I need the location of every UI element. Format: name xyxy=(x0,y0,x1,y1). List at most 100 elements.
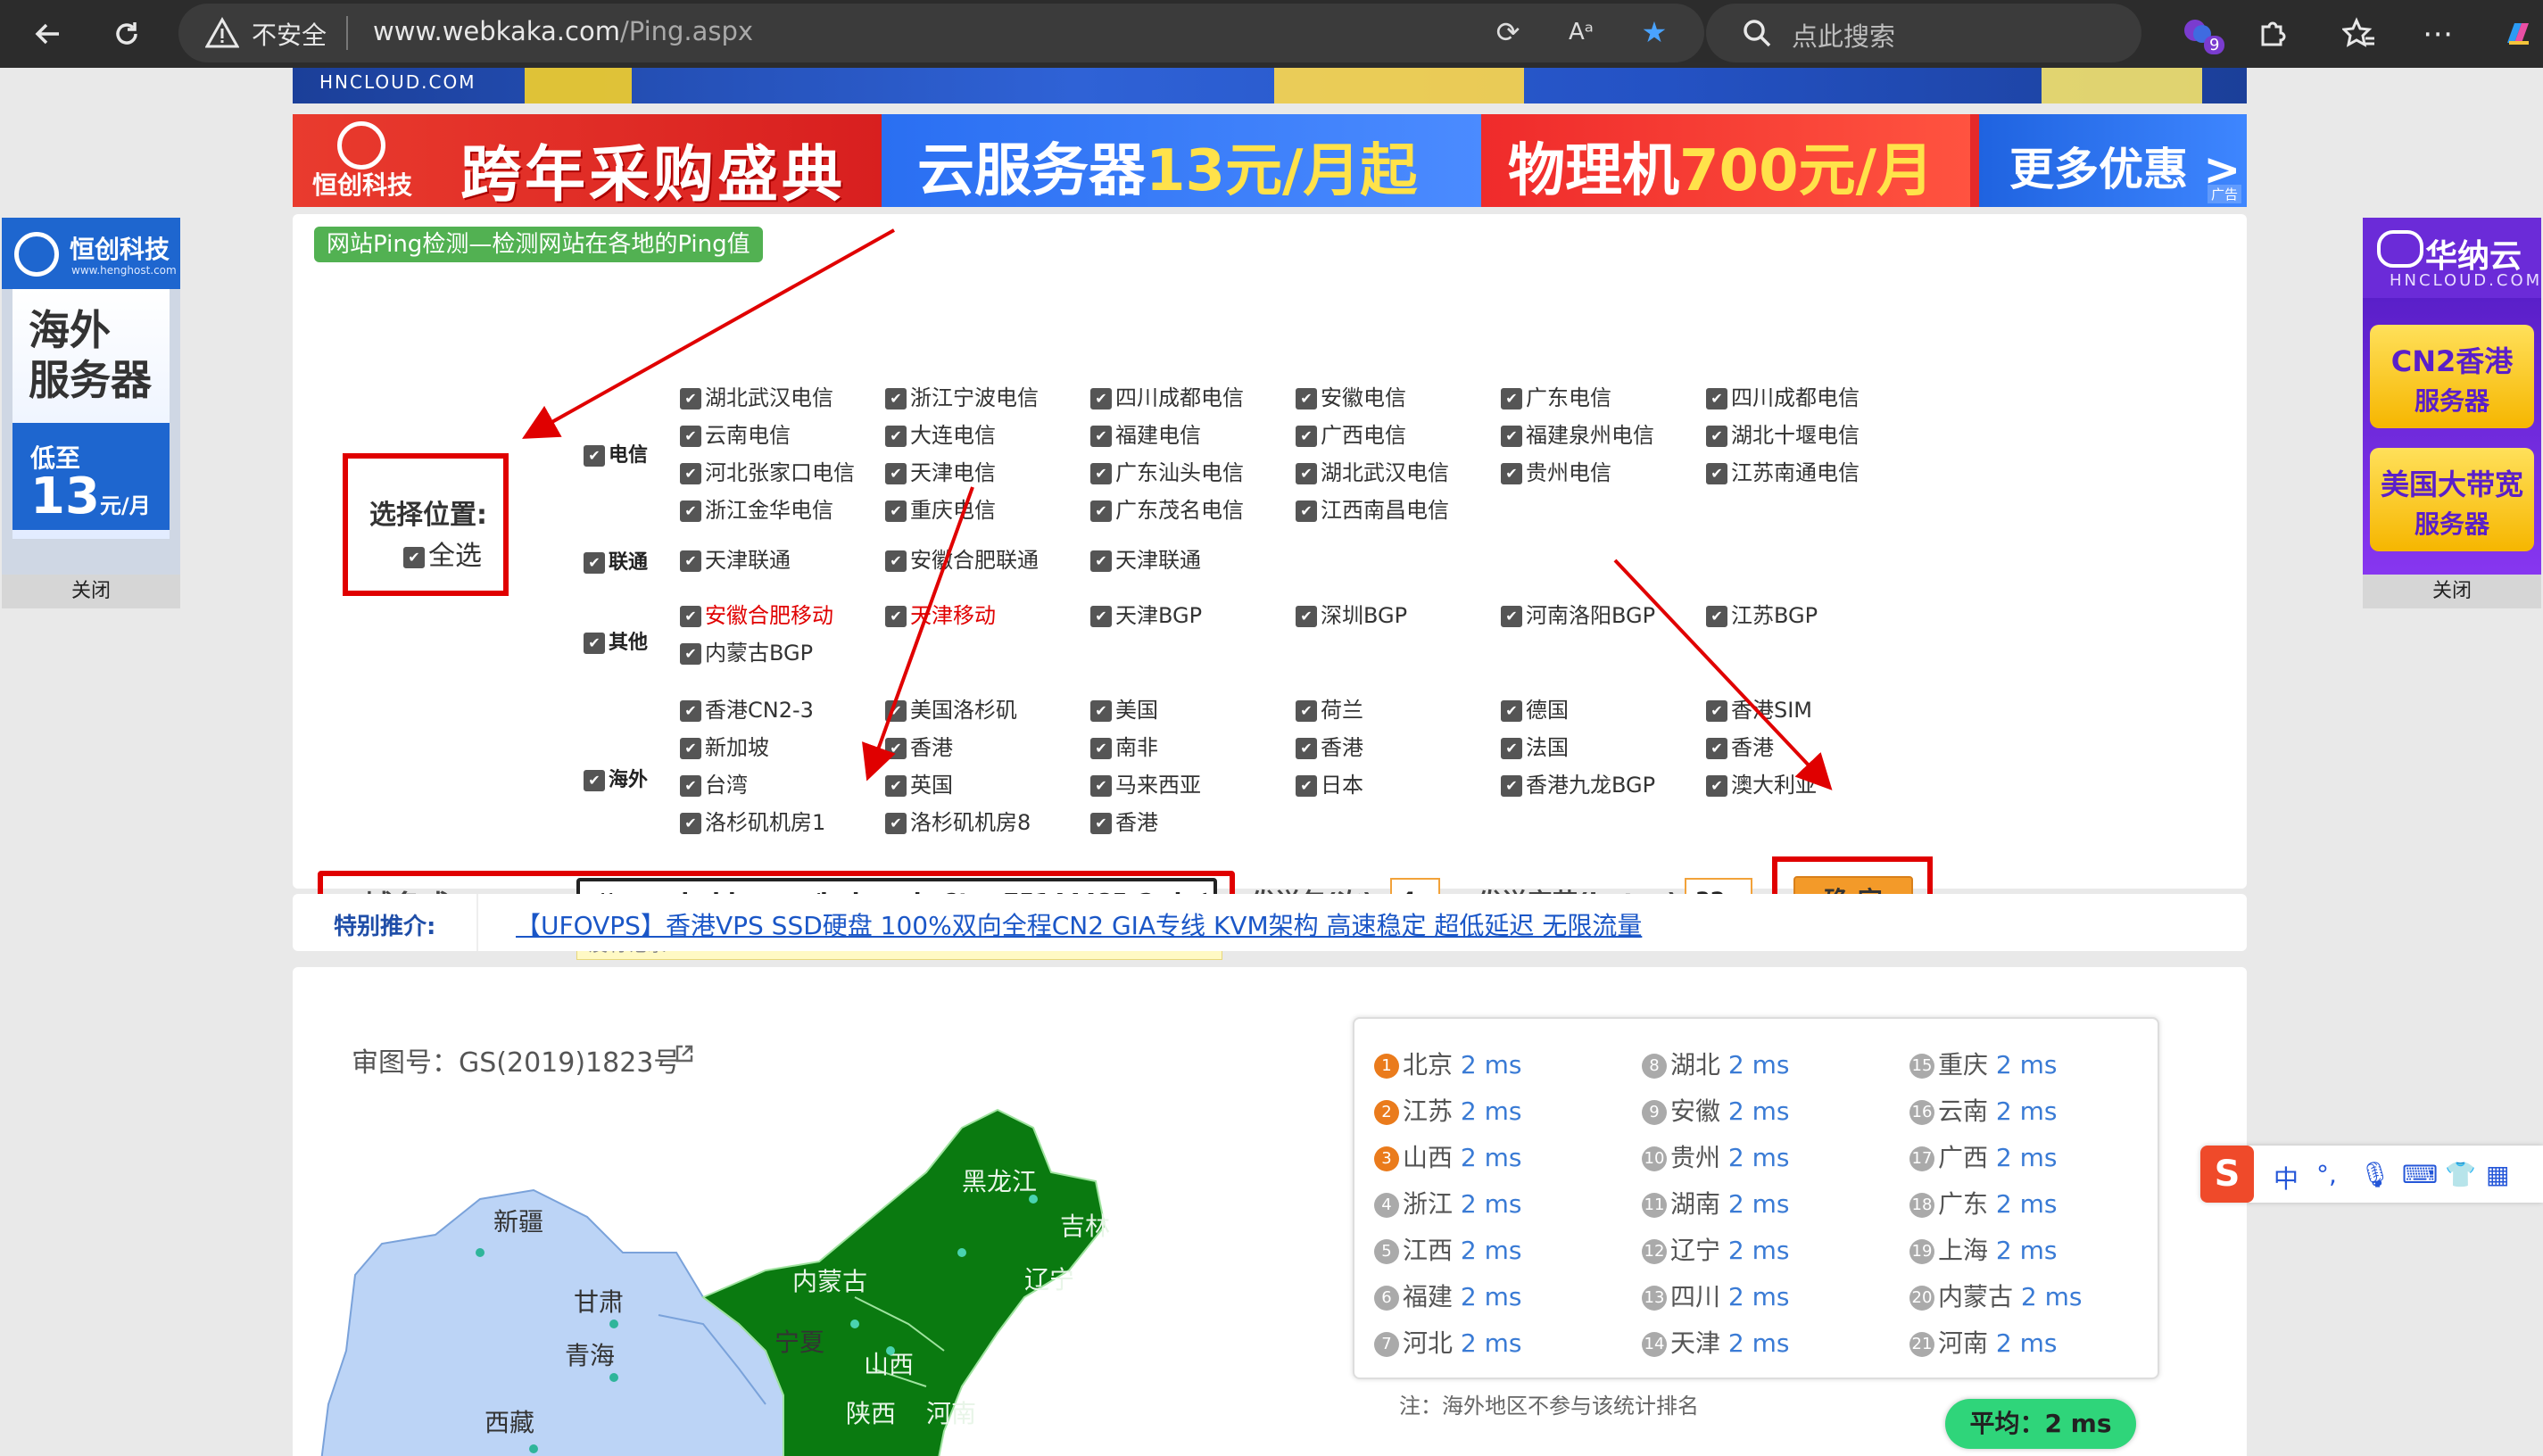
location-option-checkbox[interactable]: ✔ 荷兰 xyxy=(1296,692,1363,724)
location-option-checkbox[interactable]: ✔ 广东汕头电信 xyxy=(1090,455,1244,486)
microphone-icon[interactable]: 🎙 xyxy=(2359,1160,2391,1189)
banner-brand: 恒创科技 xyxy=(312,170,413,200)
ranking-region: 广东 xyxy=(1938,1189,1989,1219)
top-ad-banner[interactable]: HNCLOUD.COM xyxy=(293,68,2247,103)
location-option-checkbox[interactable]: ✔ 广东茂名电信 xyxy=(1090,492,1244,524)
location-option-checkbox[interactable]: ✔ 德国 xyxy=(1501,692,1569,724)
location-option-checkbox[interactable]: ✔ 天津电信 xyxy=(885,455,996,486)
location-option-checkbox[interactable]: ✔ 香港 xyxy=(885,730,953,761)
group-unicom-checkbox[interactable]: ✔ 联通 xyxy=(584,546,648,575)
map-region-west[interactable] xyxy=(319,1188,784,1456)
location-option-checkbox[interactable]: ✔ 香港 xyxy=(1296,730,1363,761)
location-option-checkbox[interactable]: ✔ 湖北武汉电信 xyxy=(1296,455,1449,486)
translate-icon[interactable]: ⟳ xyxy=(1490,14,1526,50)
address-bar[interactable]: 不安全 www.webkaka.com/Ping.aspx ⟳ Aᵃ ★ xyxy=(178,4,1704,62)
location-option-checkbox[interactable]: ✔ 江苏南通电信 xyxy=(1706,455,1860,486)
location-option-checkbox[interactable]: ✔ 湖北十堰电信 xyxy=(1706,418,1860,449)
china-map[interactable]: 新疆甘肃青海西藏宁夏内蒙古黑龙江吉林辽宁山西陕西 河南 xyxy=(319,1030,1310,1456)
location-option-label: 香港 xyxy=(910,735,953,760)
punctuation-icon[interactable]: °, xyxy=(2316,1160,2337,1189)
location-option-checkbox[interactable]: ✔ 福建泉州电信 xyxy=(1501,418,1654,449)
security-label[interactable]: 不安全 xyxy=(252,16,327,52)
recommend-link[interactable]: 【UFOVPS】香港VPS SSD硬盘 100%双向全程CN2 GIA专线 KV… xyxy=(516,906,1642,942)
location-option-checkbox[interactable]: ✔ 台湾 xyxy=(680,767,748,798)
location-option-checkbox[interactable]: ✔ 天津移动 xyxy=(885,598,996,629)
location-option-checkbox[interactable]: ✔ 大连电信 xyxy=(885,418,996,449)
location-option-checkbox[interactable]: ✔ 天津BGP xyxy=(1090,598,1202,629)
location-option-checkbox[interactable]: ✔ 贵州电信 xyxy=(1501,455,1611,486)
location-option-checkbox[interactable]: ✔ 香港SIM xyxy=(1706,692,1812,724)
extensions-button[interactable] xyxy=(2247,9,2297,59)
location-option-checkbox[interactable]: ✔ 深圳BGP xyxy=(1296,598,1407,629)
location-option-checkbox[interactable]: ✔ 福建电信 xyxy=(1090,418,1201,449)
location-option-checkbox[interactable]: ✔ 安徽合肥联通 xyxy=(885,542,1039,574)
location-option-checkbox[interactable]: ✔ 四川成都电信 xyxy=(1090,380,1244,411)
read-aloud-icon[interactable]: Aᵃ xyxy=(1563,14,1599,50)
checkbox-checked-icon: ✔ xyxy=(680,426,701,447)
location-option-checkbox[interactable]: ✔ 天津联通 xyxy=(1090,542,1201,574)
location-option-checkbox[interactable]: ✔ 香港九龙BGP xyxy=(1501,767,1655,798)
ranking-latency: 2 ms xyxy=(1460,1143,1522,1172)
right-ad-card: 美国大带宽 服务器 xyxy=(2370,448,2534,551)
location-option-checkbox[interactable]: ✔ 美国 xyxy=(1090,692,1158,724)
group-telecom-checkbox[interactable]: ✔ 电信 xyxy=(584,439,648,467)
banner-more-offers[interactable]: 更多优惠 > 广告 xyxy=(1979,114,2247,207)
copilot-button[interactable] xyxy=(2493,9,2543,59)
left-ad-close-button[interactable]: 关闭 xyxy=(2,575,180,608)
favorite-star-icon[interactable]: ★ xyxy=(1636,14,1672,50)
extensions-badge-button[interactable]: 9 xyxy=(2174,9,2225,59)
favorites-button[interactable] xyxy=(2334,9,2384,59)
url-text[interactable]: www.webkaka.com/Ping.aspx xyxy=(373,16,753,46)
keyboard-icon[interactable]: ⌨ xyxy=(2402,1160,2438,1189)
location-option-checkbox[interactable]: ✔ 美国洛杉矶 xyxy=(885,692,1017,724)
location-option-checkbox[interactable]: ✔ 内蒙古BGP xyxy=(680,635,813,666)
location-option-label: 香港 xyxy=(1321,735,1363,760)
ime-toolbar[interactable]: S 中 °, 🎙 ⌨ 👕 ▦ xyxy=(2200,1146,2543,1203)
ime-mode-indicator[interactable]: 中 xyxy=(2274,1160,2299,1195)
sogou-logo-icon[interactable]: S xyxy=(2200,1146,2254,1203)
right-side-ad[interactable]: 华纳云 HNCLOUD.COM CN2香港 服务器 美国大带宽 服务器 关闭 xyxy=(2363,218,2541,608)
location-option-checkbox[interactable]: ✔ 新加坡 xyxy=(680,730,769,761)
location-option-checkbox[interactable]: ✔ 河南洛阳BGP xyxy=(1501,598,1655,629)
location-option-checkbox[interactable]: ✔ 香港CN2-3 xyxy=(680,692,814,724)
location-option-checkbox[interactable]: ✔ 日本 xyxy=(1296,767,1363,798)
location-option-checkbox[interactable]: ✔ 四川成都电信 xyxy=(1706,380,1860,411)
location-option-checkbox[interactable]: ✔ 法国 xyxy=(1501,730,1569,761)
location-option-checkbox[interactable]: ✔ 香港 xyxy=(1706,730,1774,761)
location-option-checkbox[interactable]: ✔ 浙江金华电信 xyxy=(680,492,833,524)
location-option-checkbox[interactable]: ✔ 香港 xyxy=(1090,805,1158,836)
location-option-checkbox[interactable]: ✔ 浙江宁波电信 xyxy=(885,380,1039,411)
location-option-checkbox[interactable]: ✔ 天津联通 xyxy=(680,542,791,574)
location-option-checkbox[interactable]: ✔ 湖北武汉电信 xyxy=(680,380,833,411)
location-option-checkbox[interactable]: ✔ 洛杉矶机房1 xyxy=(680,805,825,836)
skin-icon[interactable]: 👕 xyxy=(2445,1160,2476,1189)
location-option-checkbox[interactable]: ✔ 广东电信 xyxy=(1501,380,1611,411)
back-button[interactable] xyxy=(23,9,73,59)
location-option-checkbox[interactable]: ✔ 广西电信 xyxy=(1296,418,1406,449)
location-option-checkbox[interactable]: ✔ 安徽合肥移动 xyxy=(680,598,833,629)
location-option-label: 广东茂名电信 xyxy=(1115,498,1244,523)
group-overseas-checkbox[interactable]: ✔ 海外 xyxy=(584,764,648,792)
location-option-checkbox[interactable]: ✔ 安徽电信 xyxy=(1296,380,1406,411)
banner-top-accent xyxy=(525,68,632,103)
location-option-checkbox[interactable]: ✔ 洛杉矶机房8 xyxy=(885,805,1031,836)
main-ad-banner[interactable]: 恒创科技 跨年采购盛典 云服务器13元/月起 物理机700元/月 更多优惠 > … xyxy=(293,114,2247,207)
toolbox-icon[interactable]: ▦ xyxy=(2486,1160,2509,1189)
location-option-checkbox[interactable]: ✔ 马来西亚 xyxy=(1090,767,1201,798)
right-ad-close-button[interactable]: 关闭 xyxy=(2363,575,2541,608)
location-option-checkbox[interactable]: ✔ 云南电信 xyxy=(680,418,791,449)
location-option-checkbox[interactable]: ✔ 澳大利亚 xyxy=(1706,767,1817,798)
location-option-checkbox[interactable]: ✔ 河北张家口电信 xyxy=(680,455,855,486)
ranking-region: 云南 xyxy=(1938,1096,1989,1126)
search-box[interactable]: 点此搜索 xyxy=(1706,4,2141,62)
more-menu-button[interactable]: ⋯ xyxy=(2413,9,2463,59)
left-side-ad[interactable]: 恒创科技 www.henghost.com 海外 服务器 低至 13元/月 关闭 xyxy=(2,218,180,608)
location-option-checkbox[interactable]: ✔ 江苏BGP xyxy=(1706,598,1818,629)
location-option-checkbox[interactable]: ✔ 南非 xyxy=(1090,730,1158,761)
group-other-checkbox[interactable]: ✔ 其他 xyxy=(584,626,648,655)
refresh-button[interactable] xyxy=(102,9,152,59)
select-all-checkbox[interactable]: ✔ 全选 xyxy=(403,534,482,573)
location-option-checkbox[interactable]: ✔ 重庆电信 xyxy=(885,492,996,524)
location-option-checkbox[interactable]: ✔ 英国 xyxy=(885,767,953,798)
location-option-checkbox[interactable]: ✔ 江西南昌电信 xyxy=(1296,492,1449,524)
